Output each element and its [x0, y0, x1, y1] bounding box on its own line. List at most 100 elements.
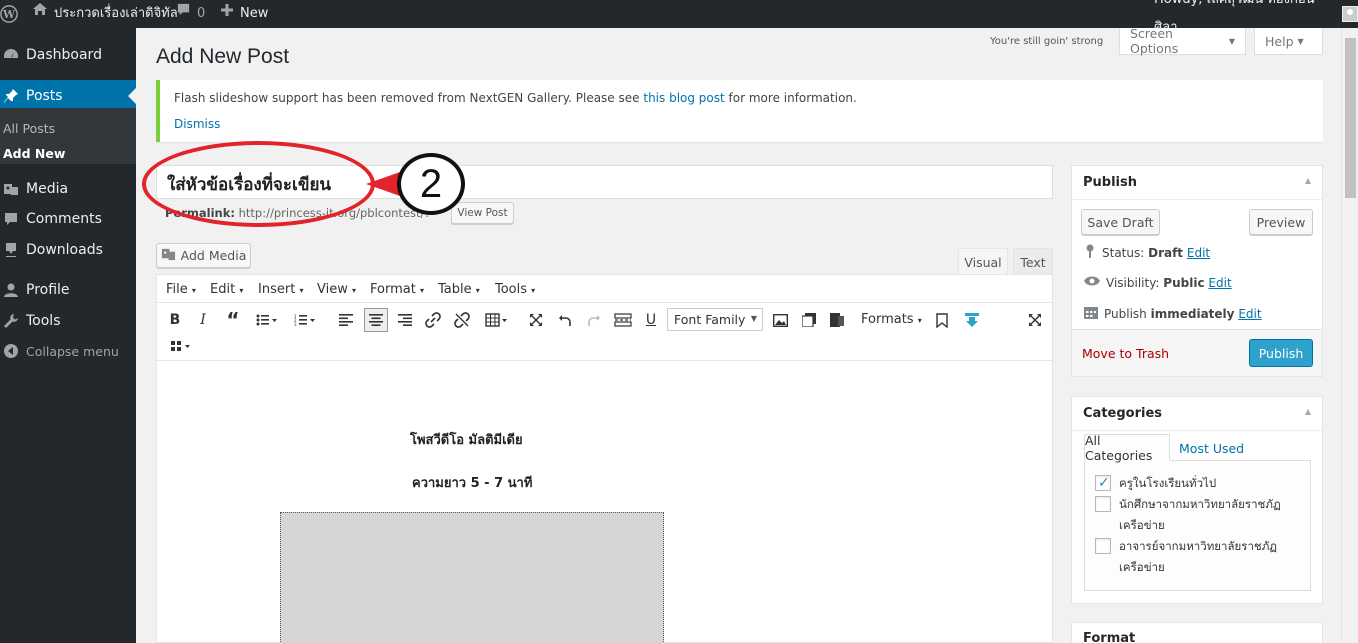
category-label: อาจารย์จากมหาวิทยาลัยราชภัฏเครือข่าย [1119, 539, 1278, 574]
visibility-value: Public [1163, 275, 1205, 290]
tab-most-used[interactable]: Most Used [1179, 441, 1244, 456]
tab-all-categories[interactable]: All Categories [1084, 433, 1170, 463]
site-name-link[interactable]: ประกวดเรื่องเล่าดิจิทัล [32, 0, 178, 28]
submenu-add-new[interactable]: Add New [3, 146, 65, 161]
blog-post-link[interactable]: this blog post [643, 91, 724, 105]
scrollbar-thumb[interactable] [1345, 38, 1356, 198]
align-center-icon[interactable] [364, 308, 388, 332]
edit-schedule-link[interactable]: Edit [1238, 307, 1261, 321]
editor: File ▾ Edit ▾ Insert ▾ View ▾ Format ▾ T… [156, 274, 1053, 643]
bookmark-icon[interactable] [930, 308, 954, 332]
edit-visibility-link[interactable]: Edit [1208, 276, 1231, 290]
menu-item-media[interactable]: Media [0, 173, 136, 205]
comments-link[interactable]: 0 [176, 0, 205, 28]
menu-insert[interactable]: Insert ▾ [258, 282, 303, 297]
menu-edit[interactable]: Edit ▾ [210, 282, 243, 297]
unlink-icon[interactable] [450, 308, 474, 332]
dismiss-link[interactable]: Dismiss [174, 117, 220, 131]
media-insert-icon[interactable] [825, 308, 849, 332]
wordpress-logo-icon[interactable]: W [0, 0, 18, 28]
publish-button[interactable]: Publish [1249, 339, 1313, 367]
menu-item-comments[interactable]: Comments [0, 203, 136, 235]
category-label: ครูในโรงเรียนทั่วไป [1119, 476, 1217, 490]
distraction-free-icon[interactable] [1023, 308, 1047, 332]
schedule-row: Publish immediately Edit [1084, 305, 1262, 322]
category-checkbox[interactable] [1095, 473, 1111, 494]
font-family-select[interactable]: Font Family [667, 308, 763, 331]
menu-file-label: File [166, 282, 188, 297]
wrench-icon [2, 312, 20, 330]
menu-table[interactable]: Table ▾ [438, 282, 480, 297]
content-line-1: โพสวีดีโอ มัลติมีเดีย [410, 433, 523, 448]
collapse-menu-button[interactable]: Collapse menu [0, 335, 136, 367]
redo-icon[interactable] [582, 308, 606, 332]
embedded-media-placeholder[interactable] [280, 512, 664, 643]
category-item[interactable]: อาจารย์จากมหาวิทยาลัยราชภัฏเครือข่าย [1095, 536, 1300, 578]
pin-icon [1084, 244, 1096, 261]
save-draft-button[interactable]: Save Draft [1081, 209, 1160, 235]
collapse-arrow-icon[interactable]: ▲ [1305, 407, 1311, 416]
tab-visual[interactable]: Visual [958, 248, 1008, 275]
view-post-button[interactable]: View Post [451, 202, 514, 224]
table-icon[interactable] [479, 308, 515, 332]
menu-tools[interactable]: Tools ▾ [495, 282, 535, 297]
content-line-2: ความยาว 5 - 7 นาที [412, 476, 533, 491]
numbered-list-icon[interactable]: 123 [289, 308, 321, 332]
collapse-arrow-icon[interactable]: ▲ [1305, 176, 1311, 185]
chevron-down-icon: ▼ [1228, 36, 1235, 46]
category-checkbox[interactable] [1095, 538, 1111, 554]
menu-table-label: Table [438, 282, 472, 297]
media-icon [2, 180, 20, 198]
fullscreen-icon[interactable] [524, 308, 548, 332]
formats-dropdown[interactable]: Formats ▾ [861, 312, 922, 327]
eye-icon [1084, 275, 1100, 290]
new-content-link[interactable]: New [220, 0, 268, 28]
add-media-button[interactable]: Add Media [156, 243, 251, 268]
format-box-header[interactable]: Format [1072, 623, 1322, 643]
home-icon [32, 0, 48, 28]
category-item[interactable]: นักศึกษาจากมหาวิทยาลัยราชภัฏเครือข่าย [1095, 494, 1300, 536]
edit-status-link[interactable]: Edit [1187, 246, 1210, 260]
download-arrow-icon[interactable] [960, 308, 984, 332]
my-account-link[interactable]: Howdy, เลิศสุวัฒน์ ทองก้อนศิลา [1154, 0, 1358, 35]
help-label: Help [1265, 33, 1294, 49]
site-name: ประกวดเรื่องเล่าดิจิทัล [54, 6, 178, 21]
gallery-icon[interactable] [797, 308, 821, 332]
help-button[interactable]: Help ▼ [1254, 28, 1323, 55]
submenu-all-posts[interactable]: All Posts [3, 121, 55, 136]
tab-text[interactable]: Text [1013, 248, 1053, 275]
italic-icon[interactable]: I [191, 308, 215, 332]
toolbar-toggle-icon[interactable] [163, 334, 199, 358]
menu-item-downloads[interactable]: Downloads [0, 234, 136, 266]
menu-view[interactable]: View ▾ [317, 282, 356, 297]
move-to-trash-link[interactable]: Move to Trash [1082, 346, 1169, 361]
insert-image-icon[interactable] [768, 308, 792, 332]
underline-icon[interactable]: U [639, 308, 663, 332]
blockquote-icon[interactable]: “ [221, 308, 245, 332]
status-label: Status: [1102, 245, 1145, 260]
menu-file[interactable]: File ▾ [166, 282, 196, 297]
read-more-icon[interactable] [611, 308, 635, 332]
menu-item-tools[interactable]: Tools [0, 305, 136, 337]
menu-item-profile[interactable]: Profile [0, 274, 136, 306]
menu-item-dashboard[interactable]: Dashboard [0, 39, 136, 71]
publish-actions: Move to Trash Publish [1072, 329, 1322, 376]
notice-text: Flash slideshow support has been removed… [174, 91, 640, 105]
publish-box-header[interactable]: Publish ▲ [1072, 166, 1322, 200]
align-right-icon[interactable] [393, 308, 417, 332]
link-icon[interactable] [421, 308, 445, 332]
align-left-icon[interactable] [334, 308, 358, 332]
preview-button[interactable]: Preview [1249, 209, 1313, 235]
bullet-list-icon[interactable] [251, 308, 283, 332]
category-checklist: ครูในโรงเรียนทั่วไป นักศึกษาจากมหาวิทยาล… [1084, 460, 1311, 591]
bold-icon[interactable]: B [163, 308, 187, 332]
annotation-arrow [366, 172, 400, 196]
menu-format[interactable]: Format ▾ [370, 282, 424, 297]
page-scrollbar[interactable] [1341, 28, 1358, 643]
undo-icon[interactable] [553, 308, 577, 332]
category-item[interactable]: ครูในโรงเรียนทั่วไป [1095, 473, 1300, 494]
category-checkbox[interactable] [1095, 496, 1111, 512]
screen-options-button[interactable]: Screen Options ▼ [1119, 26, 1246, 56]
format-heading: Format [1083, 631, 1136, 643]
categories-box-header[interactable]: Categories ▲ [1072, 397, 1322, 431]
